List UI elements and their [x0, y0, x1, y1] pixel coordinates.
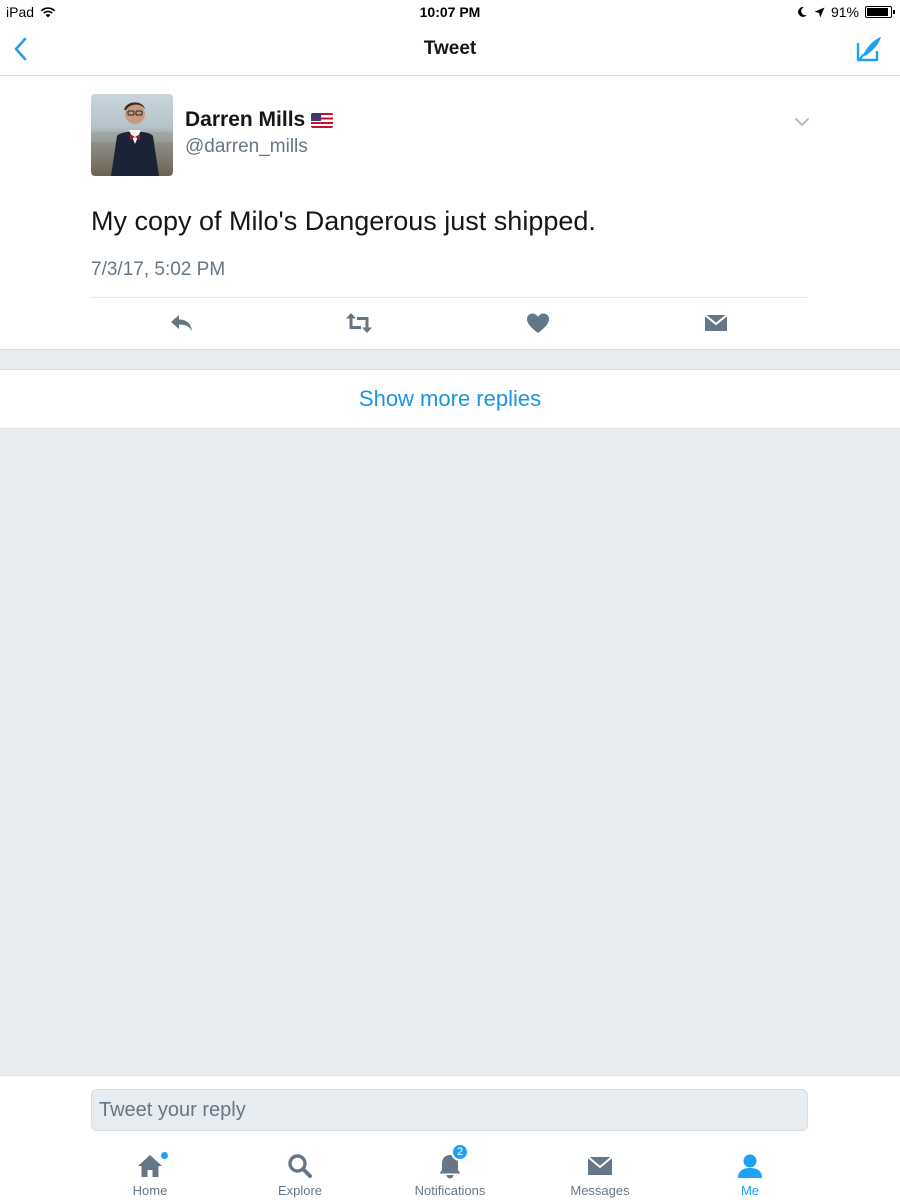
tab-label: Messages	[570, 1183, 630, 1198]
tab-home[interactable]: Home	[75, 1151, 225, 1198]
status-bar: iPad 10:07 PM 91%	[0, 0, 900, 24]
home-indicator-dot	[161, 1152, 168, 1159]
search-icon	[285, 1151, 315, 1181]
avatar-photo	[91, 102, 173, 176]
tab-explore[interactable]: Explore	[225, 1151, 375, 1198]
page-title: Tweet	[423, 38, 477, 59]
status-time: 10:07 PM	[419, 4, 481, 20]
moon-icon	[798, 6, 807, 17]
us-flag-icon	[311, 112, 334, 128]
status-right: 91%	[796, 4, 895, 20]
tab-label: Me	[740, 1183, 760, 1198]
battery-icon	[865, 6, 895, 18]
like-icon[interactable]	[525, 312, 551, 334]
avatar[interactable]	[91, 94, 173, 176]
bell-icon: 2	[435, 1143, 469, 1181]
tab-messages[interactable]: Messages	[525, 1151, 675, 1198]
show-more-replies-button[interactable]: Show more replies	[0, 369, 900, 429]
author-handle[interactable]: @darren_mills	[185, 136, 308, 158]
tweet-timestamp: 7/3/17, 5:02 PM	[91, 259, 226, 280]
tab-label: Notifications	[414, 1183, 486, 1198]
author-name[interactable]: Darren Mills	[185, 108, 334, 132]
tab-me[interactable]: Me	[675, 1151, 825, 1198]
direct-message-icon[interactable]	[703, 312, 729, 334]
tab-label: Explore	[277, 1183, 323, 1198]
divider	[91, 297, 808, 298]
nav-bar: Tweet	[0, 24, 900, 76]
person-icon	[735, 1151, 765, 1181]
tweet-text: My copy of Milo's Dangerous just shipped…	[91, 206, 596, 236]
home-icon	[135, 1151, 168, 1181]
tab-notifications[interactable]: 2 Notifications	[375, 1143, 525, 1198]
reply-input[interactable]	[91, 1089, 808, 1131]
battery-percent: 91%	[830, 4, 859, 20]
tweet-card: Darren Mills @darren_mills My copy of Mi…	[0, 76, 900, 350]
location-arrow-icon	[814, 7, 825, 17]
envelope-icon	[585, 1151, 615, 1181]
battery-fill	[867, 8, 888, 16]
reply-icon[interactable]	[169, 312, 195, 334]
chevron-down-icon[interactable]	[794, 116, 810, 128]
retweet-icon[interactable]	[346, 312, 372, 334]
bottom-bar: Home Explore 2 Notifications Messag	[0, 1075, 900, 1200]
tab-label: Home	[132, 1183, 168, 1198]
compose-icon[interactable]	[854, 34, 884, 64]
notification-badge: 2	[451, 1143, 469, 1161]
author-name-text: Darren Mills	[185, 108, 306, 131]
